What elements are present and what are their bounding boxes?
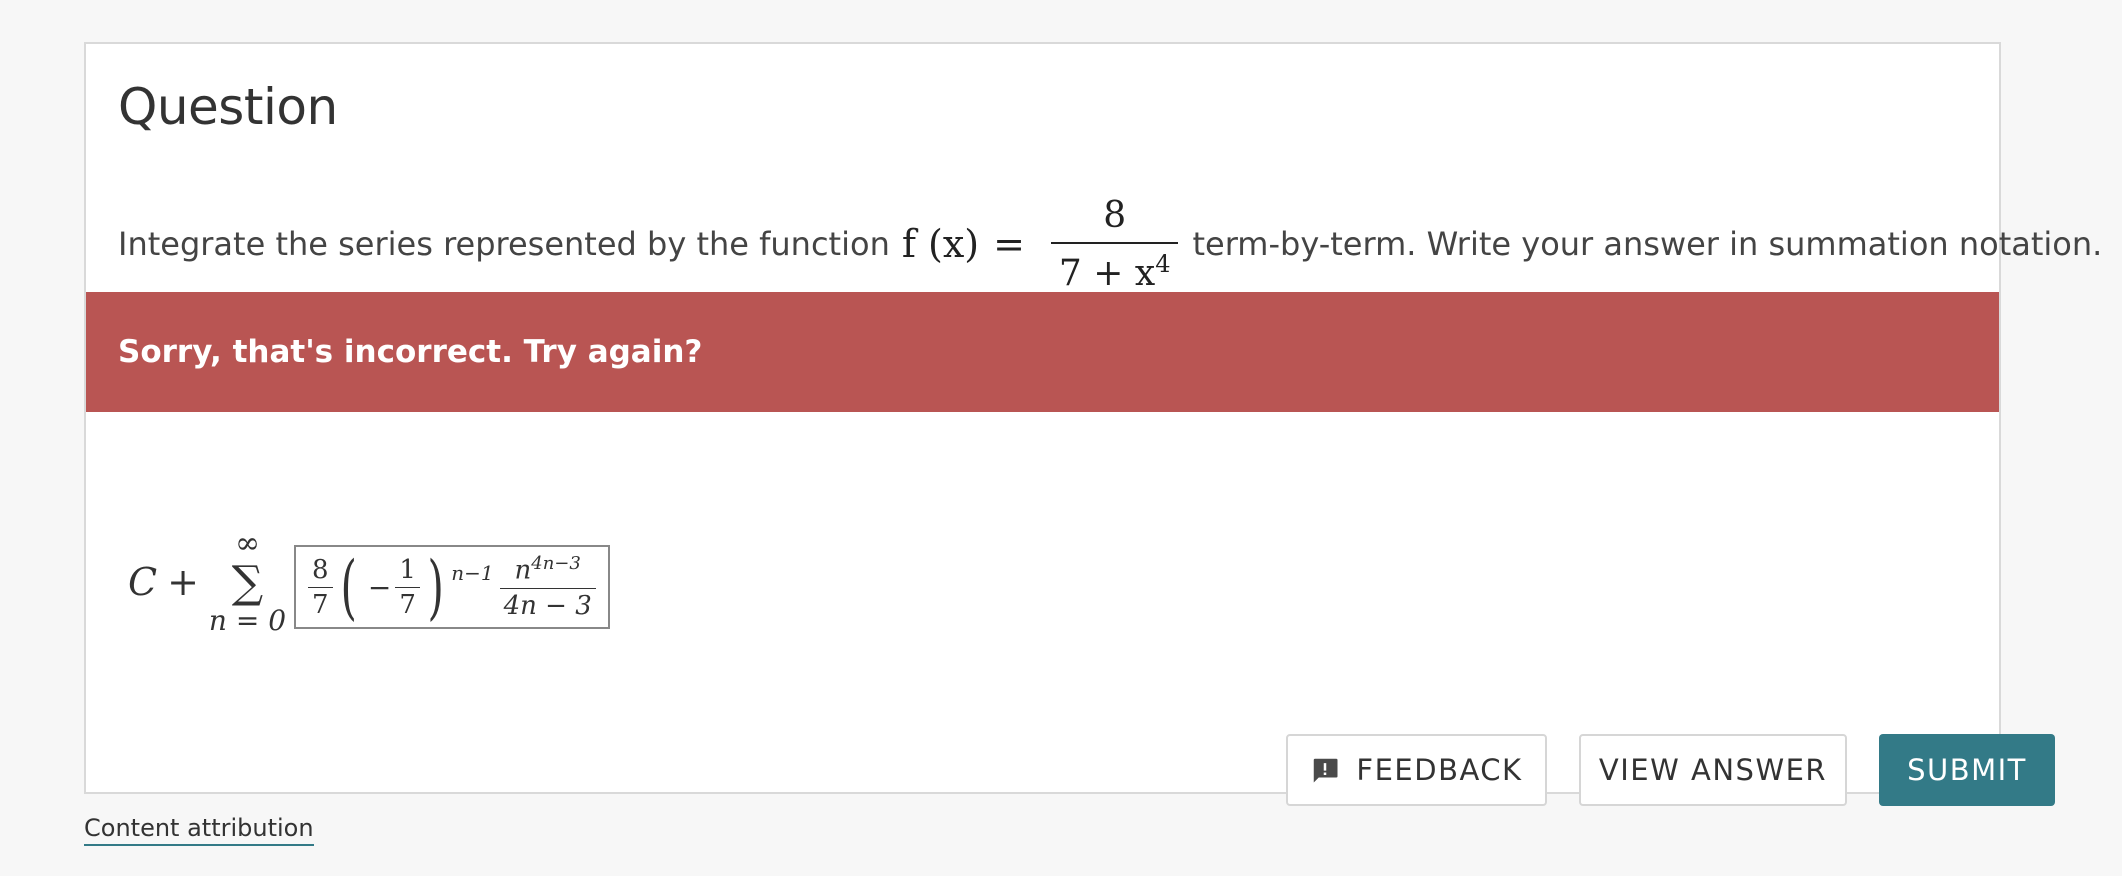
coefficient-denominator: 7 [308,586,333,620]
question-title: Question [118,78,338,136]
view-answer-button[interactable]: VIEW ANSWER [1579,734,1847,806]
power-fraction: n4n−3 4n − 3 [499,553,596,621]
coefficient-numerator: 8 [312,554,329,585]
view-answer-label: VIEW ANSWER [1598,753,1828,787]
sum-lower-limit: n = 0 [208,604,287,637]
left-paren: ( [340,546,357,628]
minus-sign: − [367,570,392,604]
plus-sign: + [167,560,199,604]
sigma-symbol: ∑ [231,557,264,608]
question-text-before: Integrate the series represented by the … [118,225,890,263]
ratio-numerator: 1 [399,554,416,585]
content-attribution-link[interactable]: Content attribution [84,814,314,846]
feedback-message: Sorry, that's incorrect. Try again? [118,334,703,370]
denominator-exponent: 4 [1155,249,1171,278]
power-numerator: n4n−3 [511,553,585,588]
question-card: Question Integrate the series represente… [84,42,2102,806]
ratio-fraction: 1 7 [395,555,420,620]
submit-label: SUBMIT [1907,753,2027,787]
fraction-denominator: 7 + x4 [1050,241,1179,294]
power-exponent: 4n−3 [531,553,581,575]
question-text-after: term-by-term. Write your answer in summa… [1192,225,2103,263]
summation: ∞ ∑ n = 0 [209,529,286,635]
function-name: f (x) [901,222,980,266]
feedback-icon [1314,758,1338,783]
power-base: n [514,555,532,586]
answer-input-box[interactable]: 8 7 ( − 1 7 ) n−1 n4n−3 4n − 3 [294,545,610,629]
ratio-denominator: 7 [395,586,420,620]
feedback-button[interactable]: FEEDBACK [1286,734,1547,806]
incorrect-feedback-banner: Sorry, that's incorrect. Try again? [86,292,1999,412]
right-paren: ) [427,546,444,628]
function-fraction: 8 7 + x4 [1050,194,1179,294]
denominator-base: 7 + x [1058,252,1156,294]
sum-upper-limit: ∞ [234,526,260,561]
equals-sign: = [993,222,1025,266]
paren-exponent: n−1 [451,561,494,585]
feedback-button-label: FEEDBACK [1356,753,1523,787]
submit-button[interactable]: SUBMIT [1879,734,2055,806]
power-denominator: 4n − 3 [499,587,596,621]
fraction-numerator: 8 [1103,194,1127,236]
constant-c: C [128,560,158,604]
answer-expression: C + ∞ ∑ n = 0 8 7 ( − 1 7 ) n−1 n4n−3 4n… [128,529,610,635]
coefficient-fraction: 8 7 [308,555,333,620]
